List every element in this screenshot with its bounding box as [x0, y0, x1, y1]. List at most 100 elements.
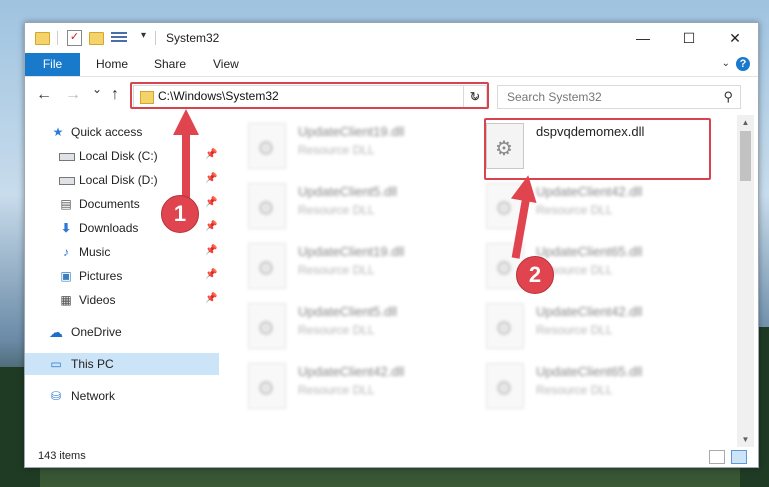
ribbon: File Home Share View ⌄ ?: [25, 53, 758, 77]
file-name: UpdateClient42.dll: [536, 184, 643, 199]
file-type: Resource DLL: [298, 143, 375, 157]
sidebar-item-this-pc[interactable]: ▭ This PC: [25, 353, 219, 375]
file-tile[interactable]: UpdateClient42.dll Resource DLL: [248, 359, 478, 413]
file-type: Resource DLL: [536, 203, 613, 217]
file-type: Resource DLL: [536, 323, 613, 337]
dll-file-icon: [248, 363, 286, 409]
dll-file-icon: [248, 243, 286, 289]
dll-file-icon: [486, 363, 524, 409]
help-icon[interactable]: ?: [736, 57, 750, 71]
view-properties-icon[interactable]: [111, 32, 127, 44]
forward-arrow-icon[interactable]: →: [65, 86, 81, 104]
sidebar-item-music[interactable]: ♪ Music 📌: [25, 241, 219, 263]
tab-home[interactable]: Home: [96, 53, 128, 76]
search-box[interactable]: Search System32 ⚲: [497, 85, 741, 109]
file-highlight: [484, 118, 711, 180]
sidebar-item-label: Documents: [79, 197, 140, 211]
sidebar-item-label: This PC: [71, 357, 114, 371]
sidebar-item-label: Videos: [79, 293, 116, 307]
explorer-window: ✓ ▾ System32 — ☐ ✕ File Home Share View …: [24, 22, 759, 468]
pictures-icon: ▣: [60, 269, 72, 283]
disk-icon: [59, 177, 75, 185]
sidebar-item-label: Music: [79, 245, 111, 259]
file-tile[interactable]: UpdateClient65.dll Resource DLL: [486, 359, 716, 413]
properties-check-icon[interactable]: ✓: [67, 30, 82, 46]
dll-file-icon: [248, 123, 286, 169]
pin-icon[interactable]: 📌: [205, 173, 217, 184]
file-tile[interactable]: UpdateClient19.dll Resource DLL: [248, 119, 478, 173]
tab-share[interactable]: Share: [154, 53, 186, 76]
network-icon: ⛁: [50, 389, 62, 403]
file-type: Resource DLL: [298, 323, 375, 337]
sidebar-item-network[interactable]: ⛁ Network: [25, 385, 219, 407]
scroll-down-arrow-icon[interactable]: ▼: [737, 432, 754, 448]
sidebar-item-label: OneDrive: [71, 325, 122, 339]
step-2-badge: 2: [516, 256, 554, 294]
arrow-1-head: [173, 109, 199, 135]
sidebar-item-label: Quick access: [71, 125, 143, 139]
sidebar-item-label: Downloads: [79, 221, 139, 235]
sidebar-item-label: Local Disk (D:): [79, 173, 158, 187]
file-name: UpdateClient5.dll: [298, 304, 398, 319]
window-title: System32: [166, 31, 220, 45]
file-tile[interactable]: UpdateClient19.dll Resource DLL: [248, 239, 478, 293]
scroll-up-arrow-icon[interactable]: ▲: [737, 115, 754, 131]
tab-file[interactable]: File: [25, 53, 80, 76]
sidebar-item-label: Pictures: [79, 269, 123, 283]
music-icon: ♪: [63, 245, 69, 259]
downloads-icon: ⬇: [60, 221, 72, 235]
file-name: UpdateClient5.dll: [298, 184, 398, 199]
address-bar-highlight: [130, 82, 489, 109]
search-input[interactable]: Search System32: [507, 90, 602, 104]
file-tile[interactable]: UpdateClient42.dll Resource DLL: [486, 299, 716, 353]
pin-icon[interactable]: 📌: [205, 221, 217, 232]
status-bar: 143 items: [25, 447, 758, 467]
file-type: Resource DLL: [298, 263, 375, 277]
item-count: 143 items: [38, 450, 86, 462]
vertical-scrollbar[interactable]: ▲ ▼: [737, 115, 754, 448]
recent-locations-chevron-icon[interactable]: ⌄: [92, 82, 102, 96]
computer-icon: ▭: [50, 357, 62, 371]
sidebar-item-label: Network: [71, 389, 116, 403]
minimize-button[interactable]: —: [620, 23, 666, 53]
up-arrow-icon[interactable]: ↑: [111, 86, 119, 104]
dll-file-icon: [248, 183, 286, 229]
large-icons-view-icon[interactable]: [731, 450, 747, 464]
new-folder-icon[interactable]: [89, 32, 104, 45]
file-name: UpdateClient42.dll: [536, 304, 643, 319]
videos-icon: ▦: [60, 293, 72, 307]
file-name: UpdateClient65.dll: [536, 364, 643, 379]
title-bar: ✓ ▾ System32 — ☐ ✕: [25, 23, 758, 53]
sidebar-item-videos[interactable]: ▦ Videos 📌: [25, 289, 219, 311]
file-name: UpdateClient65.dll: [536, 244, 643, 259]
search-icon[interactable]: ⚲: [723, 89, 733, 105]
pin-icon[interactable]: 📌: [205, 269, 217, 280]
file-tile[interactable]: UpdateClient5.dll Resource DLL: [248, 299, 478, 353]
scroll-thumb[interactable]: [740, 131, 751, 181]
maximize-button[interactable]: ☐: [666, 23, 712, 53]
sidebar-item-pictures[interactable]: ▣ Pictures 📌: [25, 265, 219, 287]
dll-file-icon: [486, 303, 524, 349]
file-name: UpdateClient19.dll: [298, 244, 405, 259]
pin-icon[interactable]: 📌: [205, 197, 217, 208]
pin-icon[interactable]: 📌: [205, 293, 217, 304]
cloud-icon: ☁: [49, 324, 63, 340]
back-arrow-icon[interactable]: ←: [36, 86, 52, 104]
pin-icon[interactable]: 📌: [205, 245, 217, 256]
star-icon: ★: [52, 125, 64, 139]
dll-file-icon: [248, 303, 286, 349]
close-button[interactable]: ✕: [712, 23, 758, 53]
tab-view[interactable]: View: [213, 53, 239, 76]
expand-ribbon-chevron-icon[interactable]: ⌄: [722, 58, 730, 69]
file-tile[interactable]: UpdateClient5.dll Resource DLL: [248, 179, 478, 233]
folder-icon[interactable]: [35, 32, 50, 45]
file-type: Resource DLL: [298, 203, 375, 217]
file-type: Resource DLL: [536, 383, 613, 397]
details-view-icon[interactable]: [709, 450, 725, 464]
sidebar-item-onedrive[interactable]: ☁ OneDrive: [25, 321, 219, 343]
customize-toolbar-chevron-icon[interactable]: ▾: [141, 30, 146, 46]
separator: [57, 31, 58, 45]
arrow-1-shaft: [182, 133, 190, 203]
pin-icon[interactable]: 📌: [205, 149, 217, 160]
file-name: UpdateClient42.dll: [298, 364, 405, 379]
